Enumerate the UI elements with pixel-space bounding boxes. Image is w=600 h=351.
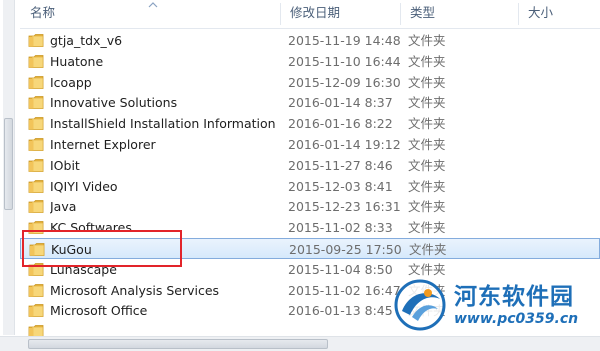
folder-icon [28, 304, 44, 318]
date-modified: 2015-11-04 8:50 [288, 261, 393, 277]
navigation-pane-edge [0, 0, 20, 351]
table-row[interactable]: Microsoft Analysis Services 2015-11-02 16… [20, 280, 600, 301]
column-header-type[interactable]: 类型 [400, 0, 520, 28]
file-type: 文件夹 [408, 116, 446, 132]
table-row[interactable] [20, 321, 600, 336]
date-modified: 2015-12-09 16:30 [288, 74, 401, 90]
table-row[interactable]: KC Softwares 2015-11-02 8:33 文件夹 [20, 217, 600, 238]
folder-icon [28, 221, 44, 235]
date-modified: 2016-01-14 8:37 [288, 95, 393, 111]
date-modified: 2016-01-16 8:22 [288, 116, 393, 132]
date-modified: 2015-12-03 8:41 [288, 178, 393, 194]
folder-icon [28, 325, 44, 336]
file-type: 文件夹 [408, 282, 446, 298]
folder-icon [28, 34, 44, 47]
file-type: 文件夹 [408, 178, 446, 194]
column-header-name[interactable]: 名称 [20, 0, 280, 28]
file-type: 文件夹 [409, 242, 447, 257]
date-modified: 2015-09-25 17:50 [289, 242, 402, 257]
file-type: 文件夹 [408, 53, 446, 69]
folder-icon [28, 158, 44, 172]
folder-icon [28, 283, 44, 297]
table-row[interactable]: Microsoft Office 2016-01-13 8:45 文件夹 [20, 300, 600, 321]
file-type: 文件夹 [408, 303, 446, 319]
folder-icon [28, 75, 44, 89]
horizontal-scrollbar[interactable] [0, 336, 600, 351]
table-row[interactable]: InstallShield Installation Information 20… [20, 113, 600, 134]
date-modified: 2016-01-13 8:45 [288, 303, 393, 319]
date-modified: 2015-11-02 16:47 [288, 282, 401, 298]
table-row[interactable]: Icoapp 2015-12-09 16:30 文件夹 [20, 72, 600, 93]
file-type: 文件夹 [408, 220, 446, 236]
table-row[interactable]: IQIYI Video 2015-12-03 8:41 文件夹 [20, 176, 600, 197]
file-explorer-window: 名称 修改日期 类型 大小 gtja_tdx_v6 2015-11-19 14:4… [0, 0, 600, 351]
file-type: 文件夹 [408, 261, 446, 277]
folder-icon [28, 138, 44, 151]
file-type: 文件夹 [408, 199, 446, 215]
file-name: InstallShield Installation Information [50, 116, 276, 132]
column-header-bar: 名称 修改日期 类型 大小 [20, 0, 600, 29]
table-row[interactable]: gtja_tdx_v6 2015-11-19 14:48 文件夹 [20, 30, 600, 51]
file-name: KC Softwares [50, 220, 132, 236]
file-type: 文件夹 [408, 137, 446, 152]
file-type: 文件夹 [408, 74, 446, 90]
file-type: 文件夹 [408, 157, 446, 173]
column-header-date-modified[interactable]: 修改日期 [280, 0, 400, 28]
table-row[interactable]: KuGou 2015-09-25 17:50 文件夹 [20, 238, 600, 259]
file-name: IQIYI Video [50, 178, 118, 194]
table-row[interactable]: Huatone 2015-11-10 16:44 文件夹 [20, 51, 600, 72]
date-modified: 2015-12-23 16:31 [288, 199, 401, 215]
file-name: gtja_tdx_v6 [50, 33, 123, 48]
date-modified: 2015-11-10 16:44 [288, 53, 401, 69]
folder-icon [28, 179, 44, 193]
file-name: IObit [50, 157, 80, 173]
file-name: Java [50, 199, 77, 215]
file-name: Lunascape [50, 261, 117, 277]
file-name: Icoapp [50, 74, 92, 90]
file-name: Microsoft Office [50, 303, 148, 319]
file-type: 文件夹 [408, 95, 446, 111]
table-row[interactable]: Lunascape 2015-11-04 8:50 文件夹 [20, 259, 600, 280]
file-name: Internet Explorer [50, 137, 156, 152]
file-name: KuGou [51, 242, 92, 257]
vertical-scroll-thumb[interactable] [4, 118, 13, 210]
date-modified: 2016-01-14 19:12 [288, 137, 401, 152]
folder-icon [29, 243, 45, 256]
table-row[interactable]: Internet Explorer 2016-01-14 19:12 文件夹 [20, 134, 600, 155]
vertical-scrollbar[interactable] [3, 0, 15, 335]
file-name: Microsoft Analysis Services [50, 282, 220, 298]
folder-icon [28, 200, 44, 214]
date-modified: 2015-11-19 14:48 [288, 33, 401, 48]
table-row[interactable]: IObit 2015-11-27 8:46 文件夹 [20, 155, 600, 176]
folder-icon [28, 117, 44, 131]
table-row[interactable]: Java 2015-12-23 16:31 文件夹 [20, 196, 600, 217]
file-type: 文件夹 [408, 33, 446, 48]
file-name: Huatone [50, 53, 104, 69]
date-modified: 2015-11-02 8:33 [288, 220, 393, 236]
file-list: gtja_tdx_v6 2015-11-19 14:48 文件夹 Huatone 201… [20, 28, 600, 336]
file-name: Innovative Solutions [50, 95, 178, 111]
date-modified: 2015-11-27 8:46 [288, 157, 393, 173]
horizontal-scroll-thumb[interactable] [28, 339, 328, 349]
folder-icon [28, 96, 44, 110]
folder-icon [28, 54, 44, 68]
folder-icon [28, 262, 44, 276]
table-row[interactable]: Innovative Solutions 2016-01-14 8:37 文件夹 [20, 92, 600, 113]
column-header-size[interactable]: 大小 [518, 0, 600, 28]
